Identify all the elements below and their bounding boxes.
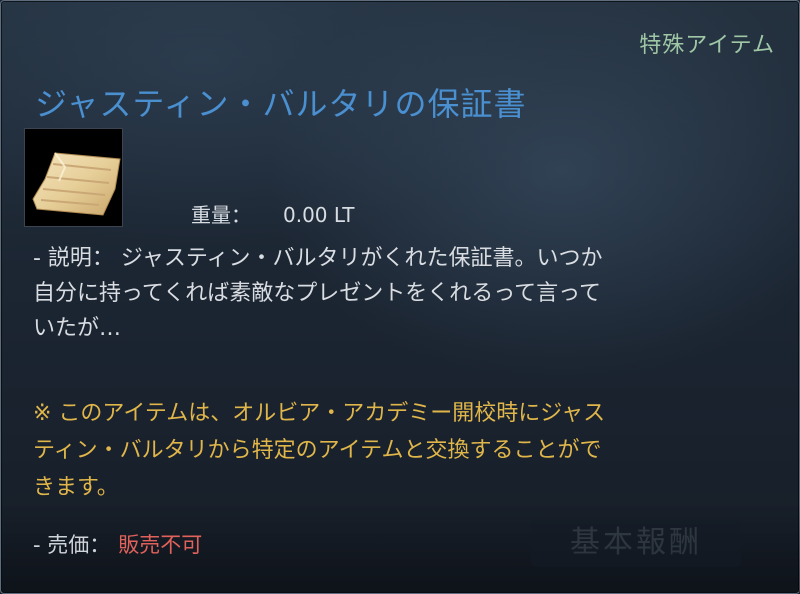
background-reward-button: 基本報酬 xyxy=(531,519,741,567)
item-description: - 説明： ジャスティン・バルタリがくれた保証書。いつか 自分に持ってくれば素敵… xyxy=(33,241,773,346)
weight-value: 0.00 LT xyxy=(283,203,355,227)
price-label: - 売価： xyxy=(33,533,111,557)
price-row: - 売価： 販売不可 xyxy=(33,529,202,559)
notice-line: ※ このアイテムは、オルビア・アカデミー開校時にジャス xyxy=(33,401,606,426)
notice-line: ティン・バルタリから特定のアイテムと交換することがで xyxy=(33,438,602,463)
description-line: いたが… xyxy=(33,316,122,341)
item-title: ジャスティン・バルタリの保証書 xyxy=(35,85,527,123)
notice-line: きます。 xyxy=(33,475,119,500)
paper-document-icon xyxy=(32,152,121,216)
weight-row: 重量： 0.00 LT xyxy=(191,199,355,228)
item-category: 特殊アイテム xyxy=(639,33,775,58)
description-line: - 説明： ジャスティン・バルタリがくれた保証書。いつか xyxy=(33,246,603,271)
weight-label: 重量： xyxy=(191,203,251,227)
item-tooltip: 特殊アイテム ジャスティン・バルタリの保証書 重量： 0.00 LT - 説明： … xyxy=(0,0,800,594)
price-value: 販売不可 xyxy=(118,533,203,557)
item-icon-frame xyxy=(24,128,123,227)
item-notice: ※ このアイテムは、オルビア・アカデミー開校時にジャス ティン・バルタリから特定… xyxy=(33,395,773,506)
description-line: 自分に持ってくれば素敵なプレゼントをくれるって言って xyxy=(33,281,602,306)
